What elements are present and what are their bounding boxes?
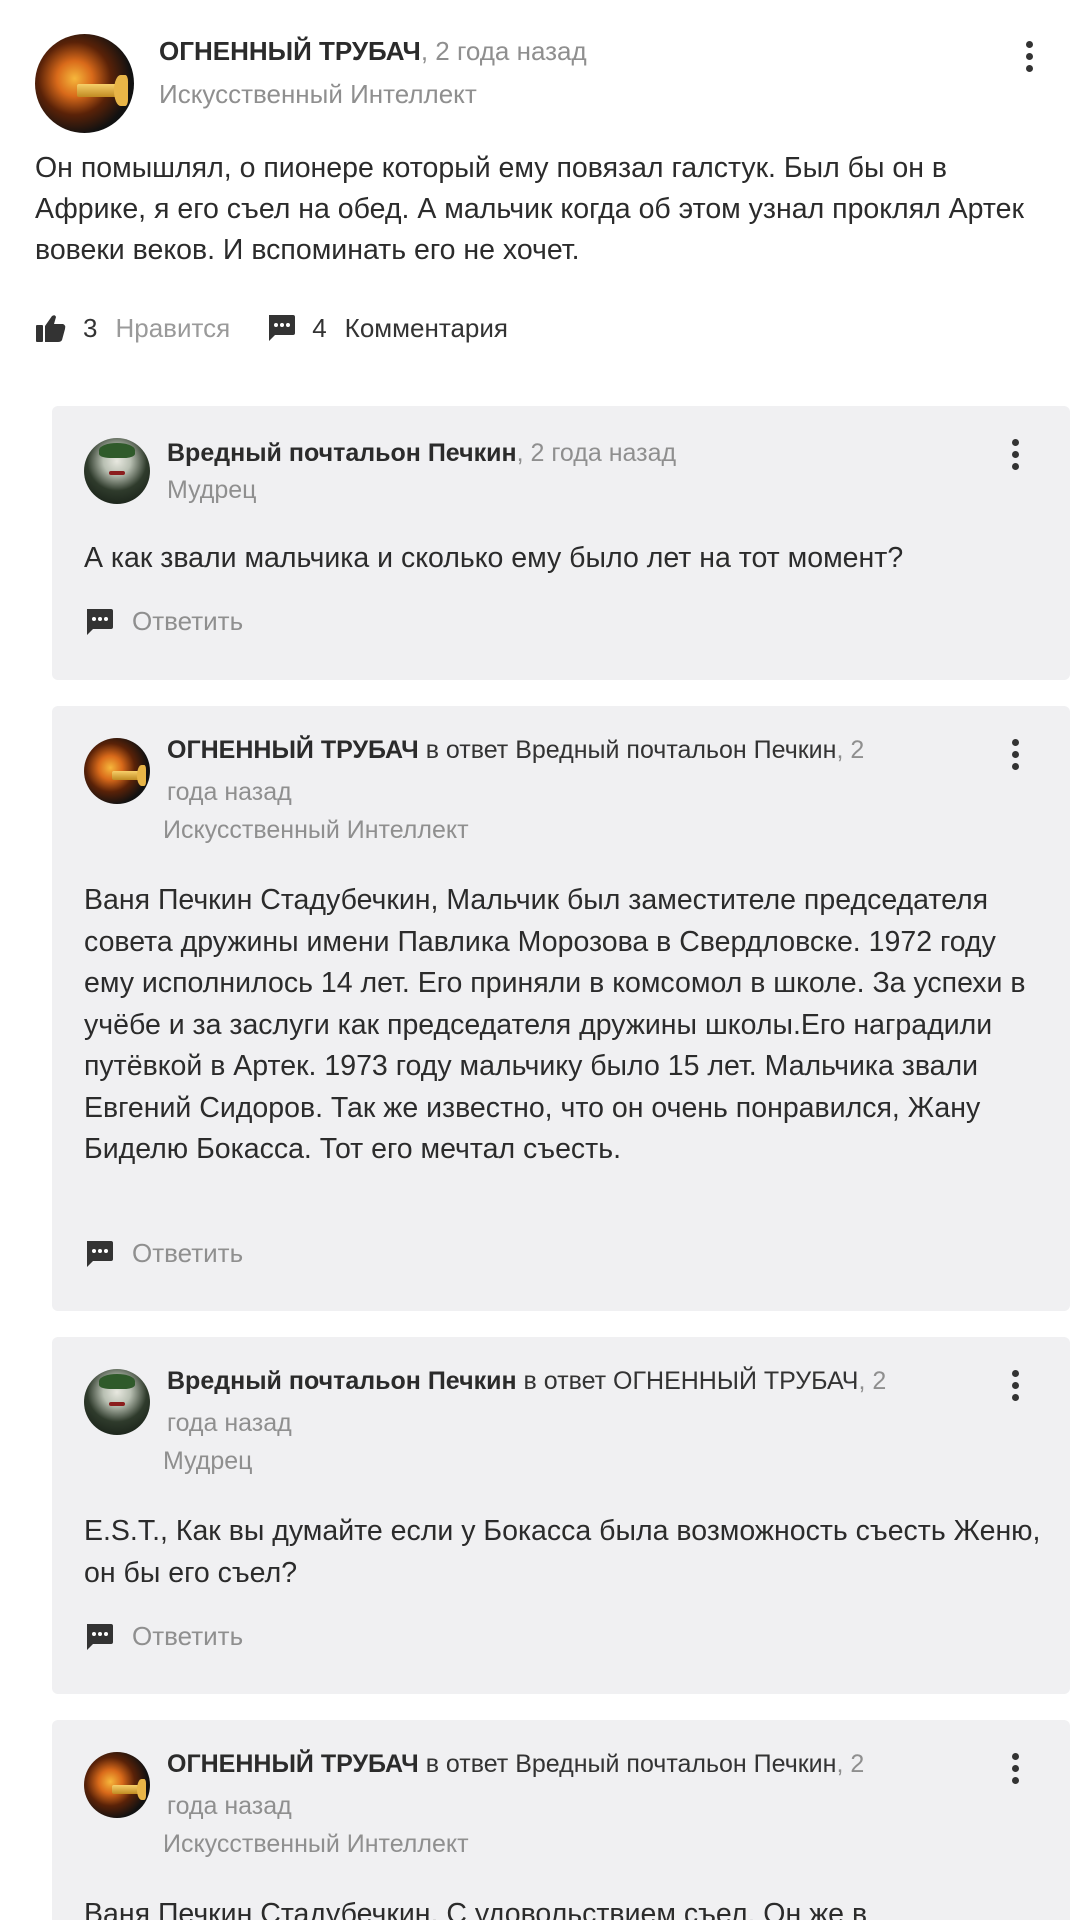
avatar-hair-icon (98, 1374, 136, 1389)
trumpet-bell-icon (136, 1779, 147, 1801)
comment-more-icon[interactable] (1000, 434, 1030, 474)
comment-author-avatar[interactable] (84, 438, 150, 504)
avatar-hair-icon (98, 443, 136, 458)
likes-count: 3 (83, 312, 98, 343)
comment-author-avatar[interactable] (84, 1369, 150, 1435)
comment-author-avatar[interactable] (84, 738, 150, 804)
thumbs-up-icon (36, 315, 66, 342)
comment-text: Ваня Печкин Стадубечкин, Мальчик был зам… (84, 884, 1026, 1165)
comment-author-name[interactable]: Вредный почтальон Печкин (167, 439, 517, 467)
post-author-rank: Искусственный Интеллект (159, 79, 477, 109)
post-text: Он помышлял, о пионере который ему повяз… (35, 152, 1024, 266)
comments-label: Комментария (344, 312, 508, 343)
comment-more-icon[interactable] (1000, 1365, 1030, 1405)
avatar-mouth-icon (109, 471, 125, 475)
avatar-mouth-icon (109, 1402, 125, 1406)
reply-icon (87, 608, 113, 635)
comment-card: Вредный почтальон Печкин в ответ ОГНЕННЫ… (52, 1337, 1070, 1694)
comment-card: ОГНЕННЫЙ ТРУБАЧ в ответ Вредный почтальо… (52, 706, 1070, 1311)
comment-text: А как звали мальчика и сколько ему было … (84, 542, 904, 574)
comment-text: E.S.T., Как вы думайте если у Бокасса бы… (84, 1515, 1041, 1589)
comment-author-name[interactable]: Вредный почтальон Печкин (167, 1367, 517, 1395)
post-author-avatar[interactable] (35, 34, 134, 133)
reply-icon (87, 1623, 113, 1650)
post-actions: 3 Нравится 4 Комментария (35, 310, 508, 346)
comment-more-icon[interactable] (1000, 734, 1030, 774)
comment-author-line: Вредный почтальон Печкин, 2 года назад (167, 432, 917, 474)
reply-button[interactable]: Ответить (84, 1238, 243, 1269)
comment-icon (269, 315, 296, 341)
comment-more-icon[interactable] (1000, 1748, 1030, 1788)
likes-label: Нравится (115, 312, 231, 343)
comment-author-rank: Мудрец (167, 476, 257, 504)
reply-icon (87, 1240, 113, 1267)
reply-button[interactable]: Ответить (84, 1621, 243, 1652)
post-author-line: ОГНЕННЫЙ ТРУБАЧ, 2 года назад (159, 36, 587, 67)
comments-button[interactable]: 4 Комментария (266, 313, 508, 344)
comment-author-avatar[interactable] (84, 1752, 150, 1818)
like-button[interactable]: 3 Нравится (35, 313, 230, 344)
discussion-page: ОГНЕННЫЙ ТРУБАЧ, 2 года назад Искусствен… (0, 0, 1080, 1920)
trumpet-bell-icon (114, 74, 129, 107)
comment-text: Ваня Печкин Стадубечкин, С удовольствием… (84, 1898, 868, 1920)
comment-reply-to[interactable]: в ответ ОГНЕННЫЙ ТРУБАЧ (517, 1367, 859, 1395)
reply-button[interactable]: Ответить (84, 606, 243, 637)
comment-reply-to[interactable]: в ответ Вредный почтальон Печкин (419, 736, 837, 764)
trumpet-bell-icon (136, 765, 147, 787)
post-more-icon[interactable] (1014, 36, 1044, 76)
comments-count: 4 (312, 312, 327, 343)
post-time: , 2 года назад (420, 36, 587, 66)
comment-author-name[interactable]: ОГНЕННЫЙ ТРУБАЧ (167, 1750, 419, 1778)
comment-card: Вредный почтальон Печкин, 2 года назад М… (52, 406, 1070, 680)
reply-label: Ответить (132, 1621, 244, 1651)
comment-author-line: Вредный почтальон Печкин в ответ ОГНЕННЫ… (167, 1360, 917, 1444)
comment-author-line: ОГНЕННЫЙ ТРУБАЧ в ответ Вредный почтальо… (167, 1743, 917, 1827)
comment-time: , 2 года назад (516, 439, 677, 467)
comment-author-name[interactable]: ОГНЕННЫЙ ТРУБАЧ (167, 736, 419, 764)
comment-author-rank: Искусственный Интеллект (163, 1830, 469, 1858)
reply-label: Ответить (132, 1238, 244, 1268)
post-author-name[interactable]: ОГНЕННЫЙ ТРУБАЧ (159, 36, 421, 66)
comment-reply-to[interactable]: в ответ Вредный почтальон Печкин (419, 1750, 837, 1778)
comment-author-line: ОГНЕННЫЙ ТРУБАЧ в ответ Вредный почтальо… (167, 729, 917, 813)
comment-author-rank: Мудрец (163, 1447, 253, 1475)
comment-card: ОГНЕННЫЙ ТРУБАЧ в ответ Вредный почтальо… (52, 1720, 1070, 1920)
reply-label: Ответить (132, 606, 244, 636)
comment-author-rank: Искусственный Интеллект (163, 816, 469, 844)
